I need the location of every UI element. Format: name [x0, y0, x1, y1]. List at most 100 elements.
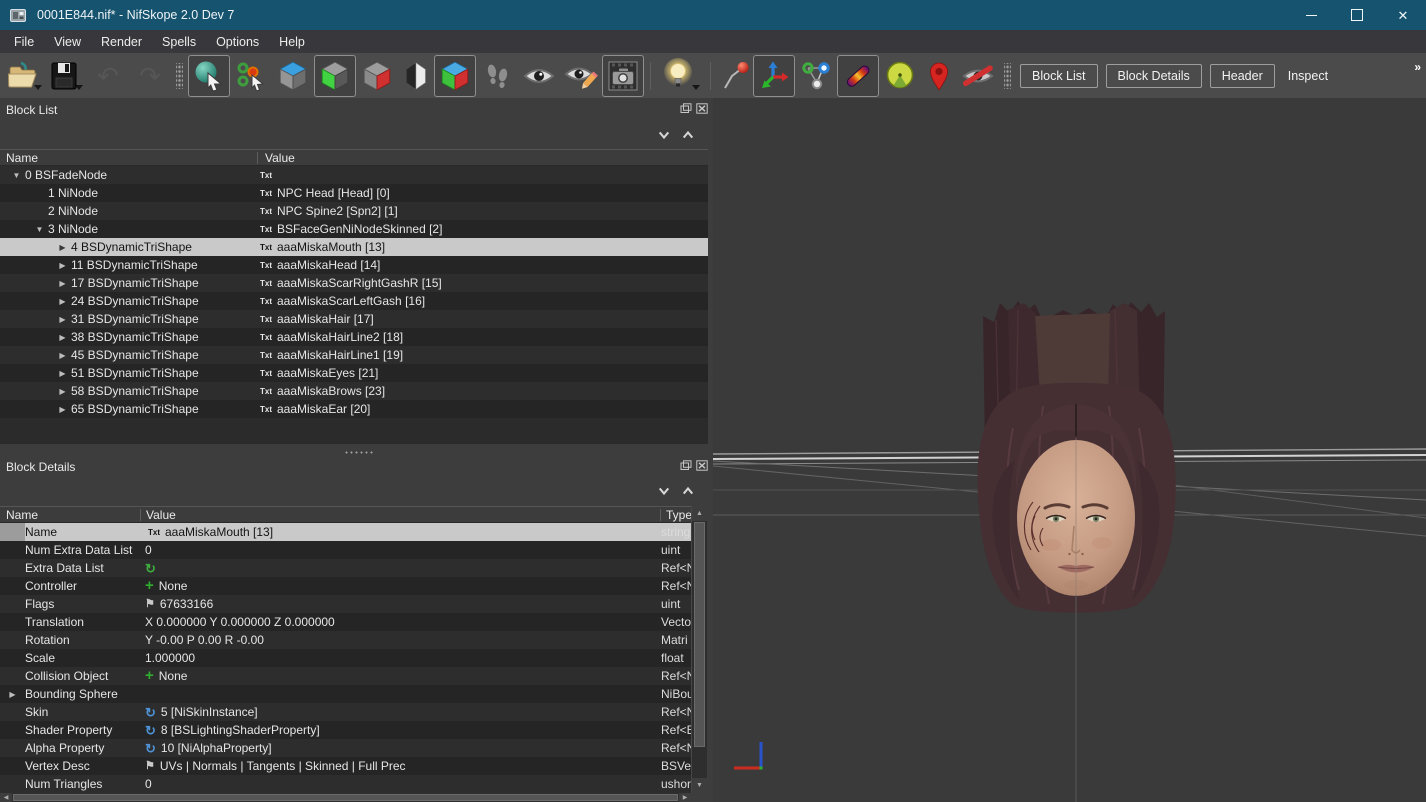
- tree-row[interactable]: 2 NiNodeTxtNPC Spine2 [Spn2] [1]: [0, 202, 708, 220]
- uv-heat-button[interactable]: [837, 55, 879, 97]
- details-vertical-scrollbar[interactable]: ▲ ▼: [691, 506, 707, 793]
- details-row[interactable]: NameTxtaaaMiskaMouth [13]string: [0, 523, 691, 541]
- walk-mode-button[interactable]: [476, 55, 518, 97]
- toolbar-handle[interactable]: [1004, 63, 1011, 89]
- details-horizontal-scrollbar[interactable]: ◀ ▶: [0, 793, 691, 802]
- tree-row[interactable]: ▼0 BSFadeNodeTxt: [0, 166, 708, 184]
- expander-closed-icon[interactable]: ▶: [54, 297, 71, 306]
- tree-row[interactable]: ▶58 BSDynamicTriShapeTxtaaaMiskaBrows [2…: [0, 382, 708, 400]
- details-row[interactable]: Num Extra Data List0uint: [0, 541, 691, 559]
- close-panel-icon[interactable]: [696, 103, 708, 114]
- column-header-type[interactable]: Type: [666, 508, 692, 522]
- column-header-name[interactable]: Name: [6, 151, 38, 165]
- details-row[interactable]: Scale1.000000float: [0, 649, 691, 667]
- details-row[interactable]: RotationY -0.00 P 0.00 R -0.00Matri: [0, 631, 691, 649]
- toolbar-handle[interactable]: [176, 63, 183, 89]
- hide-properties-button[interactable]: [957, 55, 999, 97]
- tree-row[interactable]: ▶4 BSDynamicTriShapeTxtaaaMiskaMouth [13…: [0, 238, 708, 256]
- expander-closed-icon[interactable]: ▶: [54, 243, 71, 252]
- tree-row[interactable]: ▶65 BSDynamicTriShapeTxtaaaMiskaEar [20]: [0, 400, 708, 418]
- column-divider[interactable]: [257, 152, 258, 164]
- expand-all-icon[interactable]: [658, 129, 670, 140]
- flip-view-button[interactable]: [398, 55, 434, 97]
- tree-row[interactable]: ▶24 BSDynamicTriShapeTxtaaaMiskaScarLeft…: [0, 292, 708, 310]
- expander-closed-icon[interactable]: ▶: [54, 333, 71, 342]
- column-header-value[interactable]: Value: [146, 508, 176, 522]
- paint-select-button[interactable]: [230, 55, 272, 97]
- details-row[interactable]: Vertex Desc⚑UVs | Normals | Tangents | S…: [0, 757, 691, 775]
- expander-closed-icon[interactable]: ▶: [54, 261, 71, 270]
- expander-open-icon[interactable]: ▼: [8, 171, 25, 180]
- view-side-button[interactable]: [356, 55, 398, 97]
- vertex-select-button[interactable]: [188, 55, 230, 97]
- block-list-header[interactable]: Name Value: [0, 149, 708, 166]
- minimize-button[interactable]: [1288, 0, 1334, 30]
- details-row[interactable]: Shader Property↻8 [BSLightingShaderPrope…: [0, 721, 691, 739]
- block-list-toggle-button[interactable]: Block List: [1020, 64, 1098, 88]
- details-row[interactable]: Alpha Property↻10 [NiAlphaProperty]Ref<N: [0, 739, 691, 757]
- show-axes-button[interactable]: [753, 55, 795, 97]
- scroll-right-arrow[interactable]: ▶: [679, 793, 691, 802]
- expander-closed-icon[interactable]: ▶: [54, 405, 71, 414]
- maximize-button[interactable]: [1334, 0, 1380, 30]
- tree-row[interactable]: ▼3 NiNodeTxtBSFaceGenNiNodeSkinned [2]: [0, 220, 708, 238]
- expander-closed-icon[interactable]: ▶: [54, 351, 71, 360]
- expander-open-icon[interactable]: ▼: [31, 225, 48, 234]
- collapse-all-icon[interactable]: [682, 485, 694, 496]
- menu-help[interactable]: Help: [269, 32, 315, 52]
- details-row[interactable]: ▶Bounding SphereNiBou: [0, 685, 691, 703]
- panel-splitter[interactable]: [344, 450, 374, 455]
- head-model[interactable]: [977, 301, 1175, 613]
- details-row[interactable]: Extra Data List↻Ref<N: [0, 559, 691, 577]
- block-details-toggle-button[interactable]: Block Details: [1106, 64, 1202, 88]
- scroll-down-arrow[interactable]: ▼: [692, 778, 707, 793]
- details-row[interactable]: TranslationX 0.000000 Y 0.000000 Z 0.000…: [0, 613, 691, 631]
- menu-view[interactable]: View: [44, 32, 91, 52]
- header-toggle-button[interactable]: Header: [1210, 64, 1275, 88]
- lighting-button[interactable]: [657, 55, 699, 97]
- vertex-pin-button[interactable]: [717, 55, 753, 97]
- render-viewport[interactable]: [713, 98, 1426, 802]
- tree-row[interactable]: 1 NiNodeTxtNPC Head [Head] [0]: [0, 184, 708, 202]
- view-front-button[interactable]: [314, 55, 356, 97]
- tree-row[interactable]: ▶17 BSDynamicTriShapeTxtaaaMiskaScarRigh…: [0, 274, 708, 292]
- toolbar-overflow-button[interactable]: »: [1414, 60, 1420, 74]
- details-row[interactable]: Flags⚑67633166uint: [0, 595, 691, 613]
- open-button[interactable]: [5, 55, 41, 97]
- collapse-all-icon[interactable]: [682, 129, 694, 140]
- menu-render[interactable]: Render: [91, 32, 152, 52]
- show-markers-button[interactable]: [921, 55, 957, 97]
- show-hidden-button[interactable]: [518, 55, 560, 97]
- expander-closed-icon[interactable]: ▶: [54, 315, 71, 324]
- tree-row[interactable]: ▶45 BSDynamicTriShapeTxtaaaMiskaHairLine…: [0, 346, 708, 364]
- scroll-thumb[interactable]: [13, 794, 678, 801]
- details-row[interactable]: Skin↻5 [NiSkinInstance]Ref<N: [0, 703, 691, 721]
- expander-closed-icon[interactable]: ▶: [54, 387, 71, 396]
- node-graph-button[interactable]: [795, 55, 837, 97]
- expand-all-icon[interactable]: [658, 485, 670, 496]
- block-details-header[interactable]: Name Value Type: [0, 506, 691, 523]
- undo-button[interactable]: ↶: [87, 55, 129, 97]
- perspective-view-button[interactable]: [434, 55, 476, 97]
- view-top-button[interactable]: [272, 55, 314, 97]
- column-header-name[interactable]: Name: [6, 508, 38, 522]
- silhouette-button[interactable]: [879, 55, 921, 97]
- save-button[interactable]: [46, 55, 82, 97]
- column-header-value[interactable]: Value: [265, 151, 295, 165]
- details-row[interactable]: Num Triangles0ushor: [0, 775, 691, 793]
- scroll-up-arrow[interactable]: ▲: [692, 506, 707, 521]
- tree-row[interactable]: ▶11 BSDynamicTriShapeTxtaaaMiskaHead [14…: [0, 256, 708, 274]
- menu-file[interactable]: File: [4, 32, 44, 52]
- screenshot-button[interactable]: [602, 55, 644, 97]
- column-divider[interactable]: [140, 509, 141, 521]
- inspect-toggle[interactable]: Inspect: [1279, 65, 1337, 87]
- expander-closed-icon[interactable]: ▶: [54, 369, 71, 378]
- column-divider[interactable]: [660, 509, 661, 521]
- close-panel-icon[interactable]: [696, 460, 708, 471]
- float-panel-icon[interactable]: [680, 460, 692, 471]
- scroll-thumb[interactable]: [694, 522, 705, 747]
- tree-row[interactable]: ▶38 BSDynamicTriShapeTxtaaaMiskaHairLine…: [0, 328, 708, 346]
- scroll-left-arrow[interactable]: ◀: [0, 793, 12, 802]
- expander-closed-icon[interactable]: ▶: [54, 279, 71, 288]
- menu-spells[interactable]: Spells: [152, 32, 206, 52]
